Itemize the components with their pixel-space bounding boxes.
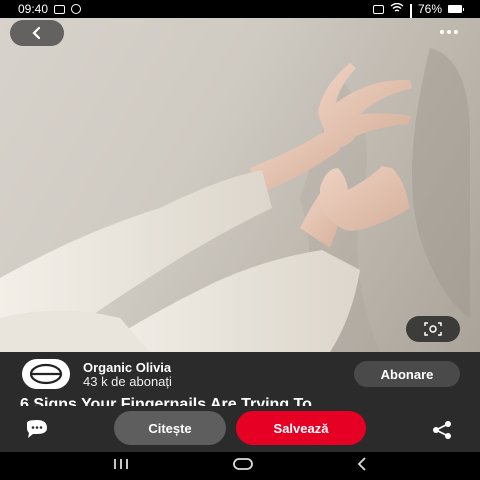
recents-icon[interactable] — [111, 457, 131, 475]
system-nav-bar — [0, 452, 480, 480]
comment-icon[interactable] — [24, 420, 50, 445]
battery-level: 76% — [417, 2, 442, 16]
follower-count: 43 k de abonați — [83, 374, 172, 389]
share-icon[interactable] — [430, 420, 454, 445]
pin-details: Organic Olivia 43 k de abonați Abonare 6… — [0, 352, 480, 452]
back-icon — [32, 26, 41, 40]
status-bar: 09:40 76% — [0, 0, 480, 29]
follow-button[interactable]: Abonare — [354, 361, 460, 387]
back-button[interactable] — [10, 20, 64, 46]
avatar[interactable] — [22, 359, 70, 389]
battery-icon — [448, 5, 464, 13]
signal-icon — [409, 4, 412, 29]
wifi-icon — [390, 2, 404, 16]
read-button[interactable]: Citește — [114, 411, 226, 445]
back-nav-icon[interactable] — [355, 456, 369, 476]
visual-search-icon — [424, 322, 442, 336]
screenshot-icon — [372, 4, 384, 14]
creator-name[interactable]: Organic Olivia — [83, 360, 171, 375]
visual-search-button[interactable] — [406, 316, 460, 342]
pin-image[interactable] — [0, 18, 480, 352]
more-icon[interactable] — [440, 30, 458, 34]
home-icon[interactable] — [232, 457, 254, 476]
pin-title: 6 Signs Your Fingernails Are Trying To — [20, 396, 312, 406]
save-button[interactable]: Salvează — [236, 411, 366, 445]
status-time: 09:40 — [18, 2, 49, 16]
whatsapp-icon — [71, 4, 82, 14]
gallery-icon — [54, 4, 66, 14]
